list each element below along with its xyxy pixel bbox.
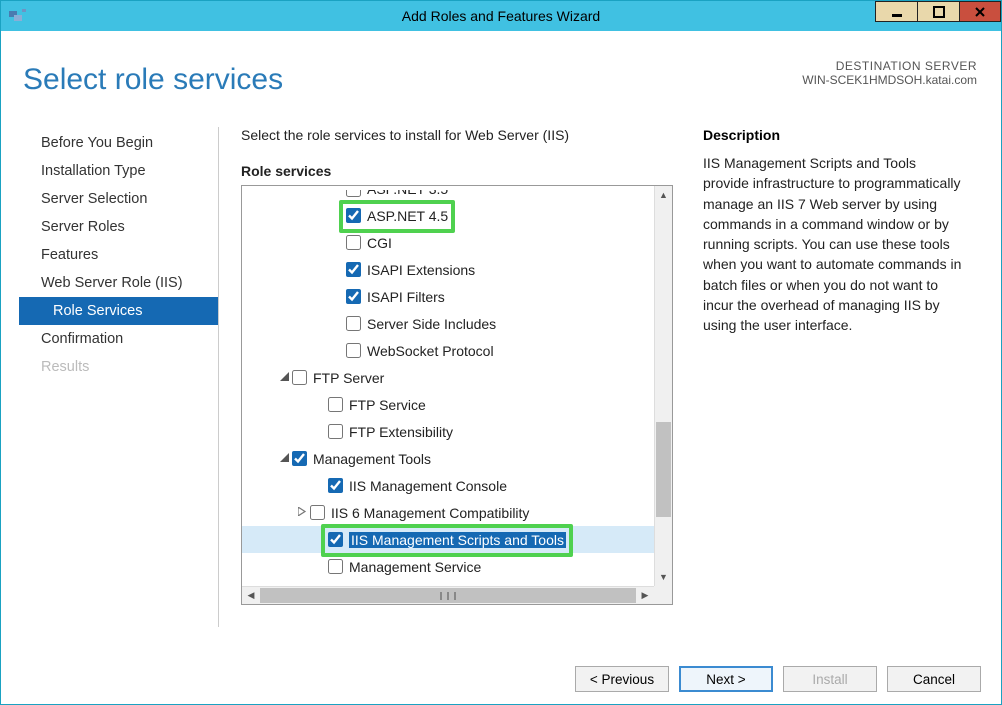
scroll-right-arrow[interactable]: ▶ xyxy=(636,587,654,604)
tree-item-label: ASP.NET 3.5 xyxy=(367,190,448,197)
tree-item[interactable]: ISAPI Extensions xyxy=(242,256,654,283)
tree-item-label: CGI xyxy=(367,235,392,251)
tree-expander-icon[interactable] xyxy=(278,372,290,384)
tree-item-label: ISAPI Filters xyxy=(367,289,445,305)
nav-step[interactable]: Confirmation xyxy=(19,325,218,353)
destination-label: DESTINATION SERVER xyxy=(802,59,977,73)
wizard-window: Add Roles and Features Wizard Select rol… xyxy=(0,0,1002,705)
tree-item-label: ASP.NET 4.5 xyxy=(367,208,448,224)
nav-step[interactable]: Web Server Role (IIS) xyxy=(19,269,218,297)
titlebar: Add Roles and Features Wizard xyxy=(1,1,1001,31)
scroll-up-arrow[interactable]: ▲ xyxy=(655,186,672,204)
scroll-left-arrow[interactable]: ◀ xyxy=(242,587,260,604)
tree-checkbox[interactable] xyxy=(346,190,361,197)
nav-step[interactable]: Installation Type xyxy=(19,157,218,185)
tree-checkbox[interactable] xyxy=(292,370,307,385)
horizontal-scrollbar[interactable]: ◀ ▶ xyxy=(242,586,654,604)
tree-item[interactable]: Server Side Includes xyxy=(242,310,654,337)
tree-checkbox[interactable] xyxy=(310,505,325,520)
horizontal-scroll-thumb[interactable] xyxy=(260,588,636,603)
tree-item-label: Management Tools xyxy=(313,451,431,467)
cancel-button[interactable]: Cancel xyxy=(887,666,981,692)
tree-expander-icon[interactable] xyxy=(278,453,290,465)
tree-item[interactable]: FTP Service xyxy=(242,391,654,418)
nav-step[interactable]: Features xyxy=(19,241,218,269)
destination-server: DESTINATION SERVER WIN-SCEK1HMDSOH.katai… xyxy=(802,59,977,87)
tree-checkbox[interactable] xyxy=(328,532,343,547)
tree-item-label: IIS 6 Management Compatibility xyxy=(331,505,529,521)
vertical-scrollbar[interactable]: ▲ ▼ xyxy=(654,186,672,586)
close-button[interactable] xyxy=(959,1,1001,22)
tree-item-label: Management Service xyxy=(349,559,481,575)
tree-item-label: FTP Service xyxy=(349,397,426,413)
install-button[interactable]: Install xyxy=(783,666,877,692)
scroll-corner xyxy=(654,586,672,604)
tree-checkbox[interactable] xyxy=(346,235,361,250)
nav-step: Results xyxy=(19,353,218,381)
tree-item[interactable]: FTP Server xyxy=(242,364,654,391)
nav-step[interactable]: Server Roles xyxy=(19,213,218,241)
tree-checkbox[interactable] xyxy=(328,397,343,412)
role-services-label: Role services xyxy=(241,163,673,179)
tree-item-label: FTP Extensibility xyxy=(349,424,453,440)
tree-item-label: WebSocket Protocol xyxy=(367,343,494,359)
tree-item[interactable]: IIS Management Scripts and Tools xyxy=(242,526,654,553)
tree-checkbox[interactable] xyxy=(292,451,307,466)
nav-step[interactable]: Before You Begin xyxy=(19,129,218,157)
tree-item[interactable]: IIS Management Console xyxy=(242,472,654,499)
destination-server-name: WIN-SCEK1HMDSOH.katai.com xyxy=(802,73,977,87)
content-area: Select role services DESTINATION SERVER … xyxy=(1,31,1001,704)
nav-step[interactable]: Server Selection xyxy=(19,185,218,213)
role-services-tree: ASP.NET 3.5 ASP.NET 4.5 CGI ISAPI Extension… xyxy=(241,185,673,605)
description-heading: Description xyxy=(703,127,965,143)
instruction-text: Select the role services to install for … xyxy=(241,127,673,143)
tree-checkbox[interactable] xyxy=(328,478,343,493)
tree-item-label: Server Side Includes xyxy=(367,316,496,332)
tree-item-label: FTP Server xyxy=(313,370,384,386)
previous-button[interactable]: < Previous xyxy=(575,666,669,692)
tree-checkbox[interactable] xyxy=(346,262,361,277)
minimize-button[interactable] xyxy=(875,1,917,22)
app-icon xyxy=(9,9,27,23)
tree-checkbox[interactable] xyxy=(328,559,343,574)
tree-checkbox[interactable] xyxy=(346,289,361,304)
maximize-button[interactable] xyxy=(917,1,959,22)
tree-item-label: IIS Management Scripts and Tools xyxy=(349,532,566,548)
wizard-footer: < Previous Next > Install Cancel xyxy=(575,666,981,692)
vertical-scroll-thumb[interactable] xyxy=(656,422,671,517)
tree-item[interactable]: IIS 6 Management Compatibility xyxy=(242,499,654,526)
wizard-steps-sidebar: Before You BeginInstallation TypeServer … xyxy=(19,127,219,627)
tree-item[interactable]: Management Tools xyxy=(242,445,654,472)
tree-checkbox[interactable] xyxy=(346,343,361,358)
scroll-down-arrow[interactable]: ▼ xyxy=(655,568,672,586)
tree-checkbox[interactable] xyxy=(328,424,343,439)
nav-step[interactable]: Role Services xyxy=(19,297,218,325)
next-button[interactable]: Next > xyxy=(679,666,773,692)
page-title: Select role services xyxy=(23,63,283,97)
window-buttons xyxy=(875,1,1001,22)
tree-item[interactable]: ISAPI Filters xyxy=(242,283,654,310)
tree-item[interactable]: Management Service xyxy=(242,553,654,580)
description-text: IIS Management Scripts and Tools provide… xyxy=(703,153,965,336)
tree-item[interactable]: WebSocket Protocol xyxy=(242,337,654,364)
tree-item[interactable]: CGI xyxy=(242,229,654,256)
tree-checkbox[interactable] xyxy=(346,208,361,223)
tree-item[interactable]: FTP Extensibility xyxy=(242,418,654,445)
tree-item-label: IIS Management Console xyxy=(349,478,507,494)
tree-checkbox[interactable] xyxy=(346,316,361,331)
tree-item[interactable]: ASP.NET 4.5 xyxy=(242,202,654,229)
tree-item[interactable]: ASP.NET 3.5 xyxy=(242,190,654,202)
window-title: Add Roles and Features Wizard xyxy=(1,8,1001,24)
tree-expander-icon[interactable] xyxy=(296,507,308,519)
tree-item-label: ISAPI Extensions xyxy=(367,262,475,278)
